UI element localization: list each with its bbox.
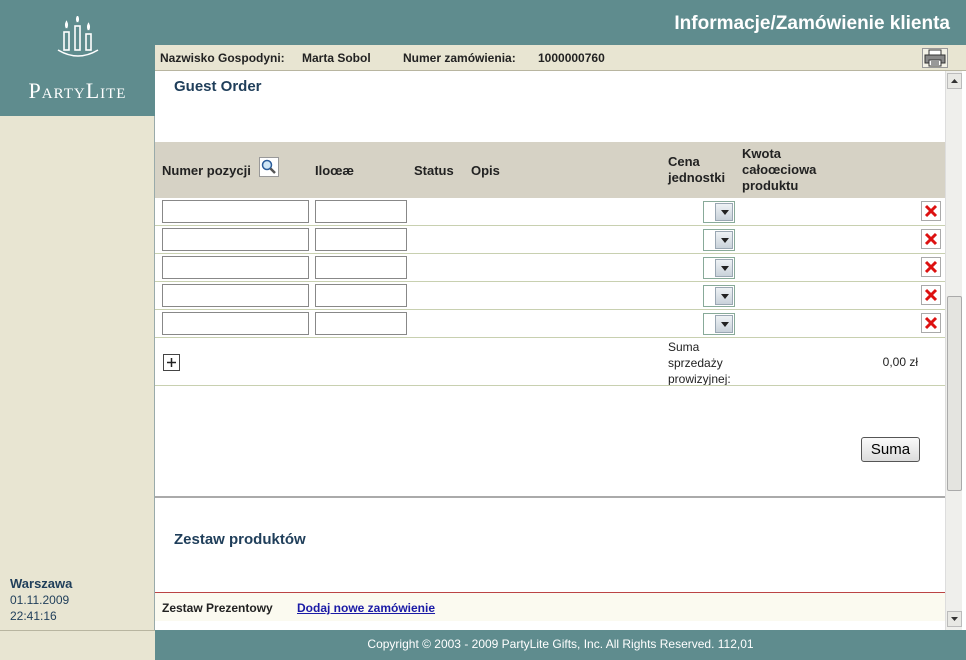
col-status: Status — [414, 163, 454, 178]
copyright: Copyright © 2003 - 2009 PartyLite Gifts,… — [367, 637, 754, 651]
chevron-down-icon — [715, 203, 733, 221]
table-row — [155, 226, 945, 254]
col-total-price: Kwota całoœciowa produktu — [742, 146, 817, 193]
hostess-name: Marta Sobol — [302, 51, 371, 65]
divider — [155, 385, 945, 386]
header: Informacje/Zamówienie klienta — [155, 0, 966, 45]
item-number-input[interactable] — [162, 200, 309, 223]
delete-x-icon — [923, 287, 939, 303]
gift-set-label: Zestaw Prezentowy — [162, 601, 273, 615]
item-number-input[interactable] — [162, 228, 309, 251]
plus-icon — [167, 358, 176, 367]
unit-price-select[interactable] — [703, 201, 735, 223]
unit-price-select[interactable] — [703, 257, 735, 279]
unit-price-select[interactable] — [703, 313, 735, 335]
unit-price-select[interactable] — [703, 229, 735, 251]
sidebar: PartyLite Warszawa 01.11.2009 22:41:16 — [0, 0, 155, 660]
logo-text: PartyLite — [28, 78, 127, 103]
page-title: Informacje/Zamówienie klienta — [674, 13, 950, 34]
chevron-down-icon — [715, 231, 733, 249]
info-bar: Nazwisko Gospodyni: Marta Sobol Numer za… — [155, 45, 966, 71]
order-number: 1000000760 — [538, 51, 605, 65]
main-content: Guest Order Numer pozycji Iloœæ Status O… — [155, 71, 945, 630]
gift-set-bar: Zestaw Prezentowy Dodaj nowe zamówienie — [155, 592, 945, 621]
time: 22:41:16 — [10, 609, 57, 623]
printer-icon — [924, 49, 946, 67]
sidebar-footer — [0, 630, 155, 660]
date: 01.11.2009 — [10, 593, 70, 607]
delete-row-button[interactable] — [921, 229, 941, 249]
delete-x-icon — [923, 259, 939, 275]
chevron-down-icon — [715, 287, 733, 305]
delete-row-button[interactable] — [921, 313, 941, 333]
delete-x-icon — [923, 231, 939, 247]
add-new-order-link[interactable]: Dodaj nowe zamówienie — [297, 601, 435, 615]
section-title: Guest Order — [174, 78, 262, 95]
delete-row-button[interactable] — [921, 285, 941, 305]
item-number-input[interactable] — [162, 256, 309, 279]
commission-sum-label: Suma sprzedaży prowizyjnej: — [668, 340, 731, 386]
session-info: Warszawa 01.11.2009 22:41:16 — [10, 576, 72, 624]
arrow-down-icon — [951, 617, 958, 621]
section-divider — [155, 496, 945, 498]
footer: Copyright © 2003 - 2009 PartyLite Gifts,… — [155, 630, 966, 660]
table-row — [155, 198, 945, 226]
col-quantity: Iloœæ — [315, 163, 354, 178]
scrollbar-thumb[interactable] — [947, 296, 962, 491]
search-item-button[interactable] — [259, 157, 279, 177]
unit-price-select[interactable] — [703, 285, 735, 307]
chevron-down-icon — [715, 315, 733, 333]
quantity-input[interactable] — [315, 228, 407, 251]
scroll-down-button[interactable] — [947, 611, 962, 627]
logo: PartyLite — [0, 0, 155, 116]
order-table-header: Numer pozycji Iloœæ Status Opis Cena jed… — [155, 142, 945, 198]
table-row — [155, 254, 945, 282]
quantity-input[interactable] — [315, 200, 407, 223]
scroll-up-button[interactable] — [947, 73, 962, 89]
delete-x-icon — [923, 315, 939, 331]
print-button[interactable] — [922, 48, 948, 68]
item-number-input[interactable] — [162, 312, 309, 335]
candles-logo-icon — [57, 16, 99, 57]
quantity-input[interactable] — [315, 312, 407, 335]
table-row — [155, 310, 945, 338]
col-description: Opis — [471, 163, 500, 178]
col-item-number: Numer pozycji — [162, 163, 251, 178]
add-row-button[interactable] — [163, 354, 180, 371]
item-number-input[interactable] — [162, 284, 309, 307]
chevron-down-icon — [715, 259, 733, 277]
vertical-scrollbar[interactable] — [945, 71, 962, 630]
sum-button[interactable]: Suma — [861, 437, 920, 462]
table-row — [155, 282, 945, 310]
commission-sum-value: 0,00 zł — [882, 355, 918, 369]
magnifier-icon — [261, 159, 276, 174]
quantity-input[interactable] — [315, 284, 407, 307]
product-set-title: Zestaw produktów — [174, 531, 306, 548]
delete-row-button[interactable] — [921, 201, 941, 221]
order-label: Numer zamówienia: — [403, 51, 516, 65]
quantity-input[interactable] — [315, 256, 407, 279]
hostess-label: Nazwisko Gospodyni: — [160, 51, 285, 65]
delete-row-button[interactable] — [921, 257, 941, 277]
delete-x-icon — [923, 203, 939, 219]
city: Warszawa — [10, 576, 73, 591]
arrow-up-icon — [951, 79, 958, 83]
col-unit-price: Cena jednostki — [668, 154, 726, 185]
